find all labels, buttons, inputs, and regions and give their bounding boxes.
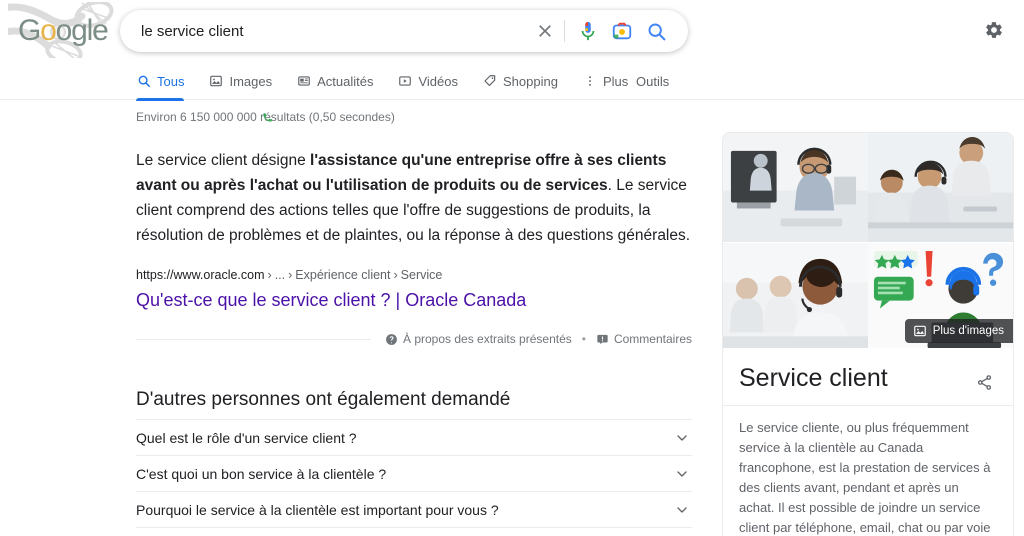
tab-label: Images (229, 73, 273, 89)
snippet-paragraph: Le service client désigne l'assistance q… (136, 148, 692, 248)
google-wordmark: Google (18, 14, 109, 47)
tab-tous[interactable]: Tous (136, 62, 185, 101)
tab-label: Tous (157, 73, 185, 89)
team-support-photo[interactable] (868, 133, 1013, 243)
url-crumb-1: Expérience client (295, 268, 391, 282)
camera-icon (612, 22, 632, 40)
footer-separator: • (581, 332, 586, 346)
url-domain: https://www.oracle.com (136, 268, 265, 282)
nav-tabs-list: Tous Images Actualités Vidéos Shopping P… (136, 62, 652, 101)
tools-label: Outils (636, 73, 670, 89)
snippet-divider (136, 338, 371, 340)
image-icon (913, 325, 926, 337)
knowledge-panel-column: Plus d'images Service client Le service … (722, 132, 1014, 536)
tab-label: Vidéos (418, 73, 458, 89)
more-images-label: Plus d'images (932, 325, 1004, 337)
snippet-text-before: Le service client désigne (136, 152, 311, 169)
result-title-link[interactable]: Qu'est-ce que le service client ? | Orac… (136, 287, 692, 313)
feedback-icon (597, 334, 608, 344)
logo-letter-o2: o (55, 14, 73, 47)
voice-search-button[interactable] (571, 14, 605, 48)
tab-videos[interactable]: Vidéos (397, 62, 458, 100)
paa-item[interactable]: Comment faire un bon service à la client… (136, 527, 692, 536)
paa-title: D'autres personnes ont également demandé (136, 389, 511, 410)
results-column: Environ 6 150 000 000 résultats (0,50 se… (136, 100, 692, 536)
headset-agent-photo[interactable] (723, 243, 868, 349)
paa-item[interactable]: C'est quoi un bon service à la clientèle… (136, 455, 692, 491)
search-bar-icons (528, 14, 687, 48)
video-icon (397, 73, 413, 89)
chevron-down-icon[interactable] (672, 428, 692, 448)
tab-images[interactable]: Images (208, 62, 272, 100)
logo-letter-g: G (18, 14, 41, 47)
main-content: Environ 6 150 000 000 résultats (0,50 se… (0, 100, 1024, 536)
news-icon (296, 73, 312, 89)
breadcrumb-sep-1: › (267, 268, 272, 282)
tools-button[interactable]: Outils (636, 62, 669, 100)
clear-search-button[interactable] (528, 14, 562, 48)
logo-letter-g2: g (71, 14, 88, 47)
tab-label: Shopping (503, 73, 558, 89)
paa-item[interactable]: Quel est le rôle d'un service client ? (136, 419, 692, 455)
tab-actualites[interactable]: Actualités (296, 62, 373, 100)
knowledge-panel: Plus d'images Service client Le service … (722, 132, 1014, 536)
url-crumb-2: Service (400, 268, 443, 282)
share-button[interactable] (971, 369, 997, 395)
knowledge-panel-description: Le service cliente, ou plus fréquemment … (723, 405, 1013, 536)
share-icon (977, 374, 991, 390)
chevron-down-icon[interactable] (672, 464, 692, 484)
search-submit-button[interactable] (639, 14, 673, 48)
google-logo[interactable]: Google (8, 2, 116, 58)
search-nav-tabs: Tous Images Actualités Vidéos Shopping P… (0, 62, 1024, 101)
kp-description-text: Le service cliente, ou plus fréquemment … (739, 420, 991, 535)
settings-button[interactable] (974, 10, 1014, 50)
search-icon (648, 23, 665, 40)
page-header: Google (0, 0, 1024, 62)
knowledge-panel-images: Plus d'images (723, 133, 1013, 349)
tab-label: Actualités (317, 73, 374, 89)
tag-icon (482, 73, 498, 89)
snippet-footer: À propos des extraits présentés • Commen… (136, 325, 692, 353)
breadcrumb-sep-2: › (288, 268, 293, 282)
more-images-button[interactable]: Plus d'images (904, 319, 1013, 343)
search-bar[interactable] (120, 10, 688, 52)
image-icon (208, 73, 224, 89)
people-also-ask-section: D'autres personnes ont également demandé… (136, 387, 692, 536)
phone-icon (263, 113, 272, 122)
google-search-results-page: Google le service client Tous Images Act… (0, 0, 1024, 536)
tab-label: Plus (602, 73, 629, 89)
knowledge-panel-header: Service client (723, 349, 1013, 405)
result-url-breadcrumb[interactable]: https://www.oracle.com ›... › Expérience cl… (136, 266, 692, 284)
paa-question: Pourquoi le service à la clientèle est i… (136, 501, 499, 518)
paa-question: Quel est le rôle d'un service client ? (136, 429, 357, 446)
about-label: À propos des extraits présentés (403, 332, 572, 346)
breadcrumb-sep-3: › (393, 268, 398, 282)
search-input[interactable] (121, 11, 528, 51)
search-icon (136, 73, 152, 89)
feedback-label: Commentaires (613, 332, 692, 346)
logo-letter-o1: o (40, 14, 57, 47)
chevron-down-icon[interactable] (672, 500, 692, 520)
close-icon (539, 25, 551, 37)
logo-letter-e: e (92, 14, 109, 47)
snippet-footer-links: À propos des extraits présentés • Commen… (385, 332, 692, 346)
tab-plus[interactable]: Plus (582, 62, 628, 100)
call-center-agent-photo[interactable] (723, 133, 868, 243)
about-featured-snippets-link[interactable]: À propos des extraits présentés (385, 332, 572, 346)
paa-question: C'est quoi un bon service à la clientèle… (136, 465, 387, 482)
microphone-icon (581, 21, 595, 41)
tab-shopping[interactable]: Shopping (482, 62, 558, 100)
snippet-feedback-link[interactable]: Commentaires (596, 332, 692, 346)
lens-search-button[interactable] (605, 14, 639, 48)
more-vertical-icon (582, 73, 598, 89)
gear-icon (986, 22, 1002, 38)
knowledge-panel-title: Service client (739, 364, 888, 392)
search-bar-divider (564, 20, 565, 42)
paa-item[interactable]: Pourquoi le service à la clientèle est i… (136, 491, 692, 527)
result-stats: Environ 6 150 000 000 résultats (0,50 se… (136, 100, 692, 124)
help-icon (386, 333, 397, 345)
featured-snippet: Le service client désigne l'assistance q… (136, 124, 692, 353)
url-crumb-0: ... (274, 268, 286, 282)
